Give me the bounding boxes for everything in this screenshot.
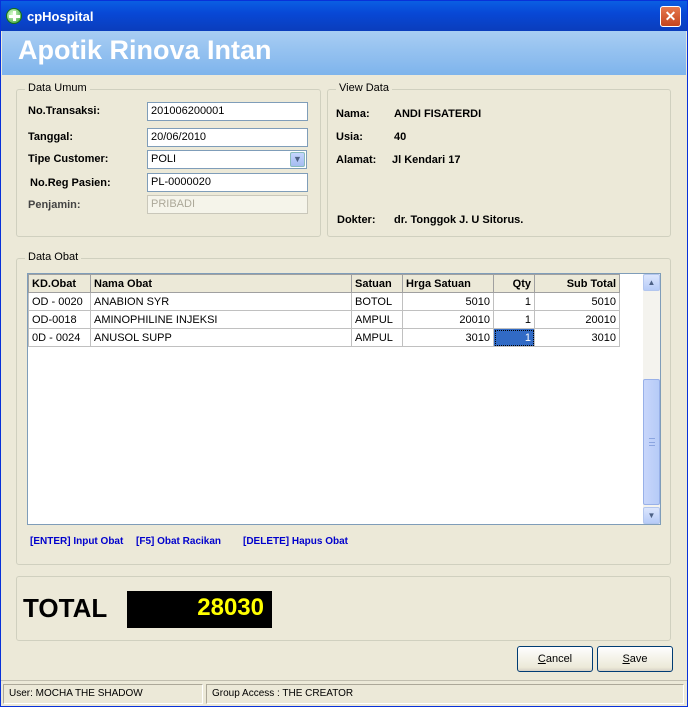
col-satuan[interactable]: Satuan: [351, 274, 403, 293]
cell-kd-obat[interactable]: 0D - 0024: [28, 328, 91, 347]
alamat-label: Alamat:: [336, 154, 377, 166]
header-title: Apotik Rinova Intan: [18, 35, 272, 65]
cell-satuan[interactable]: AMPUL: [351, 328, 403, 347]
total-panel: [16, 576, 671, 641]
no-transaksi-input[interactable]: 201006200001: [147, 102, 308, 121]
status-bar: User: MOCHA THE SHADOW Group Access : TH…: [1, 680, 687, 706]
grip-icon: [649, 438, 655, 446]
col-harga-satuan[interactable]: Hrga Satuan: [402, 274, 494, 293]
view-data-legend: View Data: [336, 82, 392, 94]
cell-nama-obat[interactable]: ANUSOL SUPP: [90, 328, 352, 347]
col-kd-obat[interactable]: KD.Obat: [28, 274, 91, 293]
alamat-value: Jl Kendari 17: [392, 154, 461, 166]
dokter-value: dr. Tonggok J. U Sitorus.: [394, 214, 524, 226]
chevron-down-icon[interactable]: ▼: [290, 152, 305, 167]
cell-kd-obat[interactable]: OD-0018: [28, 310, 91, 329]
cell-qty-selected[interactable]: 1: [493, 328, 535, 347]
grid-scrollbar[interactable]: ▲ ▼: [643, 274, 660, 524]
cell-harga-satuan[interactable]: 5010: [402, 292, 494, 311]
no-transaksi-label: No.Transaksi:: [28, 105, 101, 117]
total-value: 28030: [127, 591, 272, 628]
hint-input-obat: [ENTER] Input Obat: [30, 536, 124, 547]
save-button[interactable]: Save: [597, 646, 673, 672]
hint-hapus-obat: [DELETE] Hapus Obat: [243, 536, 349, 547]
scroll-up-icon[interactable]: ▲: [643, 274, 660, 291]
save-button-label: ave: [629, 653, 648, 665]
cell-satuan[interactable]: AMPUL: [351, 310, 403, 329]
app-window: cpHospital ✕ Apotik Rinova Intan Data Um…: [0, 0, 688, 707]
data-umum-legend: Data Umum: [25, 82, 90, 94]
usia-label: Usia:: [336, 131, 363, 143]
table-row[interactable]: 0D - 0024 ANUSOL SUPP AMPUL 3010 1 3010: [28, 328, 620, 347]
close-button[interactable]: ✕: [660, 6, 681, 27]
cell-sub-total[interactable]: 20010: [534, 310, 620, 329]
tanggal-label: Tanggal:: [28, 131, 74, 143]
no-reg-label: No.Reg Pasien:: [30, 177, 111, 189]
cell-harga-satuan[interactable]: 3010: [402, 328, 494, 347]
col-nama-obat[interactable]: Nama Obat: [90, 274, 352, 293]
obat-table: KD.Obat Nama Obat Satuan Hrga Satuan Qty…: [28, 274, 620, 347]
status-group-access: Group Access : THE CREATOR: [206, 684, 684, 704]
hint-obat-racikan: [F5] Obat Racikan: [136, 536, 222, 547]
dokter-label: Dokter:: [337, 214, 376, 226]
table-row[interactable]: OD - 0020 ANABION SYR BOTOL 5010 1 5010: [28, 292, 620, 311]
cell-kd-obat[interactable]: OD - 0020: [28, 292, 91, 311]
cell-nama-obat[interactable]: ANABION SYR: [90, 292, 352, 311]
save-button-accel: S: [622, 653, 630, 665]
cancel-button-accel: C: [537, 653, 546, 665]
status-user: User: MOCHA THE SHADOW: [3, 684, 203, 704]
col-sub-total[interactable]: Sub Total: [534, 274, 620, 293]
scroll-thumb[interactable]: [643, 379, 660, 505]
cell-harga-satuan[interactable]: 20010: [402, 310, 494, 329]
tanggal-input[interactable]: 20/06/2010: [147, 128, 308, 147]
cell-sub-total[interactable]: 5010: [534, 292, 620, 311]
tipe-customer-select[interactable]: POLI ▼: [147, 150, 307, 169]
penjamin-input: PRIBADI: [147, 195, 308, 214]
header-banner: Apotik Rinova Intan: [2, 31, 686, 75]
app-cross-icon: [6, 8, 22, 24]
cell-qty[interactable]: 1: [493, 292, 535, 311]
scroll-down-icon[interactable]: ▼: [643, 507, 660, 524]
usia-value: 40: [394, 131, 407, 143]
cell-satuan[interactable]: BOTOL: [351, 292, 403, 311]
table-row[interactable]: OD-0018 AMINOPHILINE INJEKSI AMPUL 20010…: [28, 310, 620, 329]
no-reg-input[interactable]: PL-0000020: [147, 173, 308, 192]
cancel-button-label: ancel: [545, 653, 573, 665]
cancel-button[interactable]: Cancel: [517, 646, 593, 672]
cell-qty[interactable]: 1: [493, 310, 535, 329]
tipe-customer-value: POLI: [151, 153, 177, 165]
obat-grid[interactable]: KD.Obat Nama Obat Satuan Hrga Satuan Qty…: [27, 273, 661, 525]
window-title: cpHospital: [27, 9, 94, 24]
total-label: TOTAL: [23, 593, 108, 623]
cell-nama-obat[interactable]: AMINOPHILINE INJEKSI: [90, 310, 352, 329]
nama-label: Nama:: [336, 108, 370, 120]
tipe-customer-label: Tipe Customer:: [28, 153, 109, 165]
cell-sub-total[interactable]: 3010: [534, 328, 620, 347]
table-header-row: KD.Obat Nama Obat Satuan Hrga Satuan Qty…: [28, 274, 620, 293]
penjamin-label: Penjamin:: [28, 199, 81, 211]
col-qty[interactable]: Qty: [493, 274, 535, 293]
nama-value: ANDI FISATERDI: [394, 108, 482, 120]
title-bar[interactable]: cpHospital ✕: [1, 1, 687, 31]
data-obat-legend: Data Obat: [25, 251, 82, 263]
